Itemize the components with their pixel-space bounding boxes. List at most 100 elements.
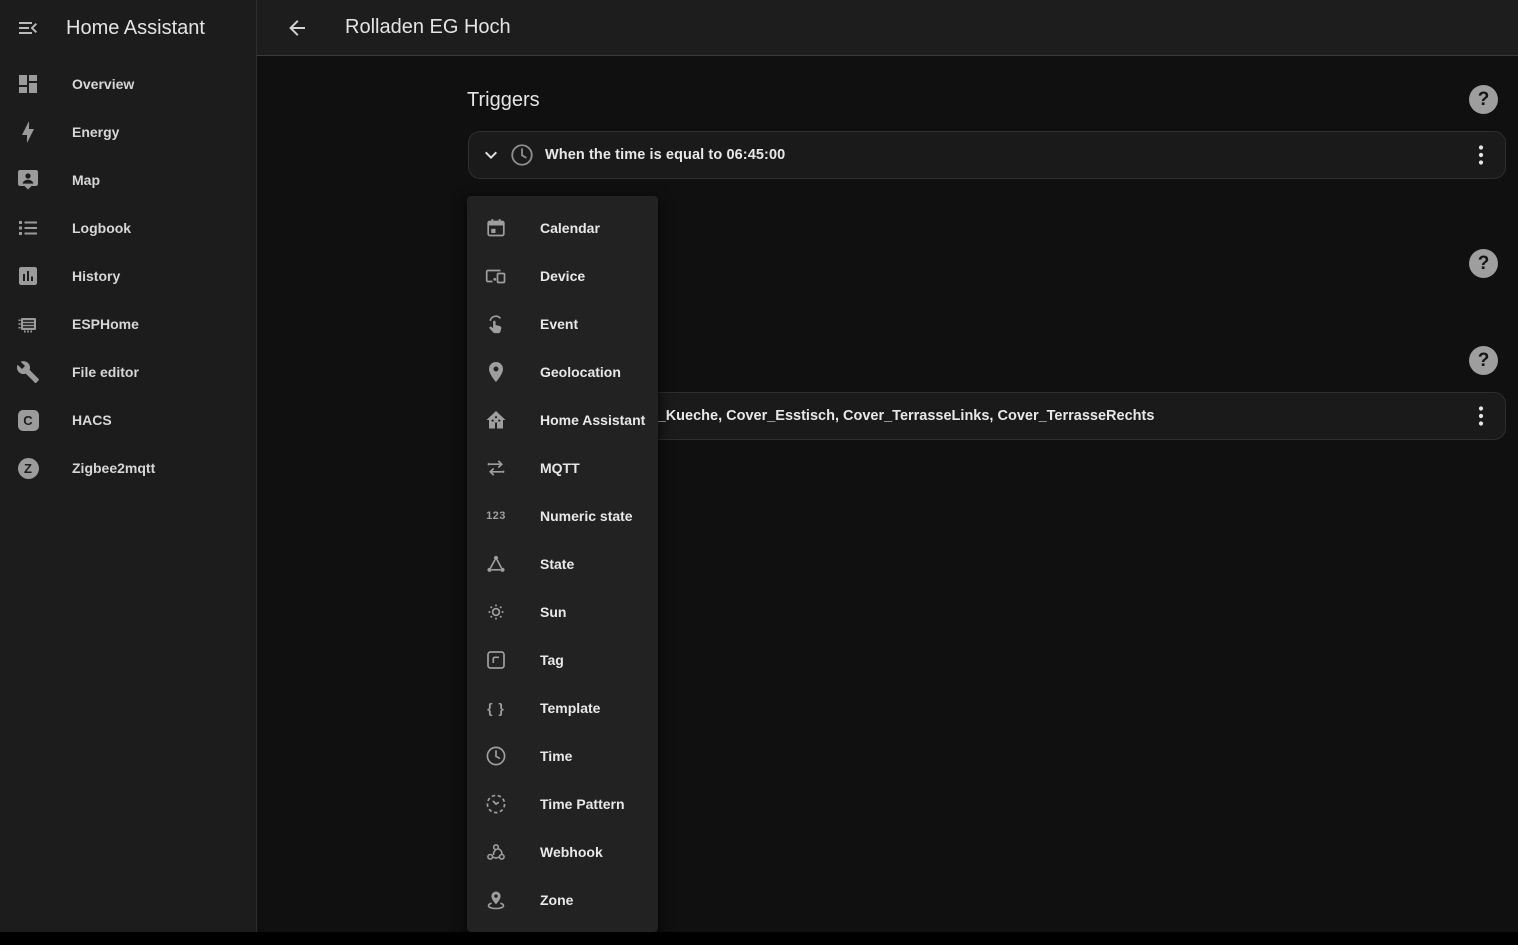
sidebar: Home Assistant Overview Energy Map Logbo… — [0, 0, 257, 932]
action-summary: r_Kueche, Cover_Esstisch, Cover_Terrasse… — [652, 408, 1154, 424]
zone-marker-icon — [484, 888, 508, 912]
menu-item-label: Numeric state — [540, 508, 633, 524]
sidebar-item-zigbee2mqtt[interactable]: Z Zigbee2mqtt — [0, 444, 256, 492]
menu-item-label: Calendar — [540, 220, 600, 236]
trigger-expand-button[interactable] — [479, 143, 503, 167]
menu-item-label: Home Assistant — [540, 412, 645, 428]
chip-icon — [16, 312, 40, 336]
page-title: Rolladen EG Hoch — [345, 16, 511, 39]
menu-item-event[interactable]: Event — [467, 300, 658, 348]
menu-item-device[interactable]: Device — [467, 252, 658, 300]
menu-item-label: Time Pattern — [540, 796, 625, 812]
menu-item-sun[interactable]: Sun — [467, 588, 658, 636]
gesture-tap-icon — [484, 312, 508, 336]
sidebar-header: Home Assistant — [0, 0, 256, 56]
automation-editor: Triggers ? ? ? When the time is equal to… — [257, 57, 1518, 932]
lightning-icon — [16, 120, 40, 144]
sidebar-item-overview[interactable]: Overview — [0, 60, 256, 108]
action-menu-button[interactable] — [1467, 402, 1495, 430]
dashboard-icon — [16, 72, 40, 96]
actions-help-button[interactable]: ? — [1469, 346, 1498, 375]
sidebar-item-label: Energy — [72, 124, 119, 140]
menu-item-webhook[interactable]: Webhook — [467, 828, 658, 876]
menu-item-label: Time — [540, 748, 572, 764]
trigger-menu-button[interactable] — [1467, 141, 1495, 169]
menu-item-label: Webhook — [540, 844, 603, 860]
conditions-help-button[interactable]: ? — [1469, 249, 1498, 278]
menu-item-numeric-state[interactable]: 123 Numeric state — [467, 492, 658, 540]
menu-item-state[interactable]: State — [467, 540, 658, 588]
sidebar-item-label: Logbook — [72, 220, 131, 236]
menu-item-label: Device — [540, 268, 585, 284]
sidebar-toggle-button[interactable] — [4, 4, 52, 52]
menu-item-tag[interactable]: Tag — [467, 636, 658, 684]
clock-icon — [484, 744, 508, 768]
triggers-help-button[interactable]: ? — [1469, 85, 1498, 114]
app-title: Home Assistant — [66, 17, 205, 40]
help-icon: ? — [1478, 89, 1490, 111]
menu-item-geolocation[interactable]: Geolocation — [467, 348, 658, 396]
kebab-icon — [1467, 402, 1495, 430]
sidebar-item-esphome[interactable]: ESPHome — [0, 300, 256, 348]
sidebar-item-map[interactable]: Map — [0, 156, 256, 204]
clock-icon — [509, 142, 535, 168]
trigger-type-menu: Calendar Device Event Geolocation Home A… — [467, 196, 658, 932]
map-marker-icon — [484, 360, 508, 384]
menu-item-mqtt[interactable]: MQTT — [467, 444, 658, 492]
wrench-icon — [16, 360, 40, 384]
state-machine-icon — [484, 552, 508, 576]
sidebar-item-label: File editor — [72, 364, 139, 380]
menu-item-label: Sun — [540, 604, 566, 620]
menu-item-time-pattern[interactable]: Time Pattern — [467, 780, 658, 828]
sidebar-item-logbook[interactable]: Logbook — [0, 204, 256, 252]
numeric-123-icon: 123 — [484, 504, 508, 528]
menu-item-calendar[interactable]: Calendar — [467, 204, 658, 252]
chart-box-icon — [16, 264, 40, 288]
calendar-icon — [484, 216, 508, 240]
sidebar-item-hacs[interactable]: C HACS — [0, 396, 256, 444]
menu-item-label: Tag — [540, 652, 564, 668]
menu-item-label: Geolocation — [540, 364, 621, 380]
menu-item-label: State — [540, 556, 574, 572]
chevron-down-icon — [479, 143, 503, 167]
sidebar-item-label: HACS — [72, 412, 112, 428]
swap-arrows-icon — [484, 456, 508, 480]
nfc-tag-icon — [484, 648, 508, 672]
sidebar-item-label: History — [72, 268, 120, 284]
webhook-icon — [484, 840, 508, 864]
menu-item-label: Event — [540, 316, 578, 332]
triggers-heading: Triggers — [467, 88, 540, 112]
help-icon: ? — [1478, 350, 1490, 372]
home-assistant-icon — [484, 408, 508, 432]
timer-icon — [484, 792, 508, 816]
sidebar-item-history[interactable]: History — [0, 252, 256, 300]
sidebar-item-file-editor[interactable]: File editor — [0, 348, 256, 396]
hacs-icon: C — [16, 408, 40, 432]
menu-item-label: Template — [540, 700, 600, 716]
devices-icon — [484, 264, 508, 288]
sidebar-item-label: Zigbee2mqtt — [72, 460, 155, 476]
braces-icon: { } — [484, 696, 508, 720]
map-account-icon — [16, 168, 40, 192]
list-icon — [16, 216, 40, 240]
menu-item-template[interactable]: { } Template — [467, 684, 658, 732]
sidebar-nav: Overview Energy Map Logbook History ESPH… — [0, 56, 256, 492]
menu-item-label: Zone — [540, 892, 573, 908]
trigger-card[interactable]: When the time is equal to 06:45:00 — [468, 131, 1506, 179]
zigbee-icon: Z — [16, 456, 40, 480]
back-button[interactable] — [273, 4, 321, 52]
menu-item-label: MQTT — [540, 460, 580, 476]
menu-item-zone[interactable]: Zone — [467, 876, 658, 924]
menu-item-time[interactable]: Time — [467, 732, 658, 780]
menu-item-home-assistant[interactable]: Home Assistant — [467, 396, 658, 444]
sun-icon — [484, 600, 508, 624]
home-assistant-app: Home Assistant Overview Energy Map Logbo… — [0, 0, 1518, 945]
bottom-strip — [0, 932, 1518, 945]
arrow-left-icon — [285, 16, 309, 40]
sidebar-item-label: Overview — [72, 76, 134, 92]
menu-open-icon — [16, 16, 40, 40]
sidebar-item-label: ESPHome — [72, 316, 139, 332]
sidebar-item-energy[interactable]: Energy — [0, 108, 256, 156]
top-bar: Rolladen EG Hoch — [257, 0, 1518, 56]
sidebar-item-label: Map — [72, 172, 100, 188]
